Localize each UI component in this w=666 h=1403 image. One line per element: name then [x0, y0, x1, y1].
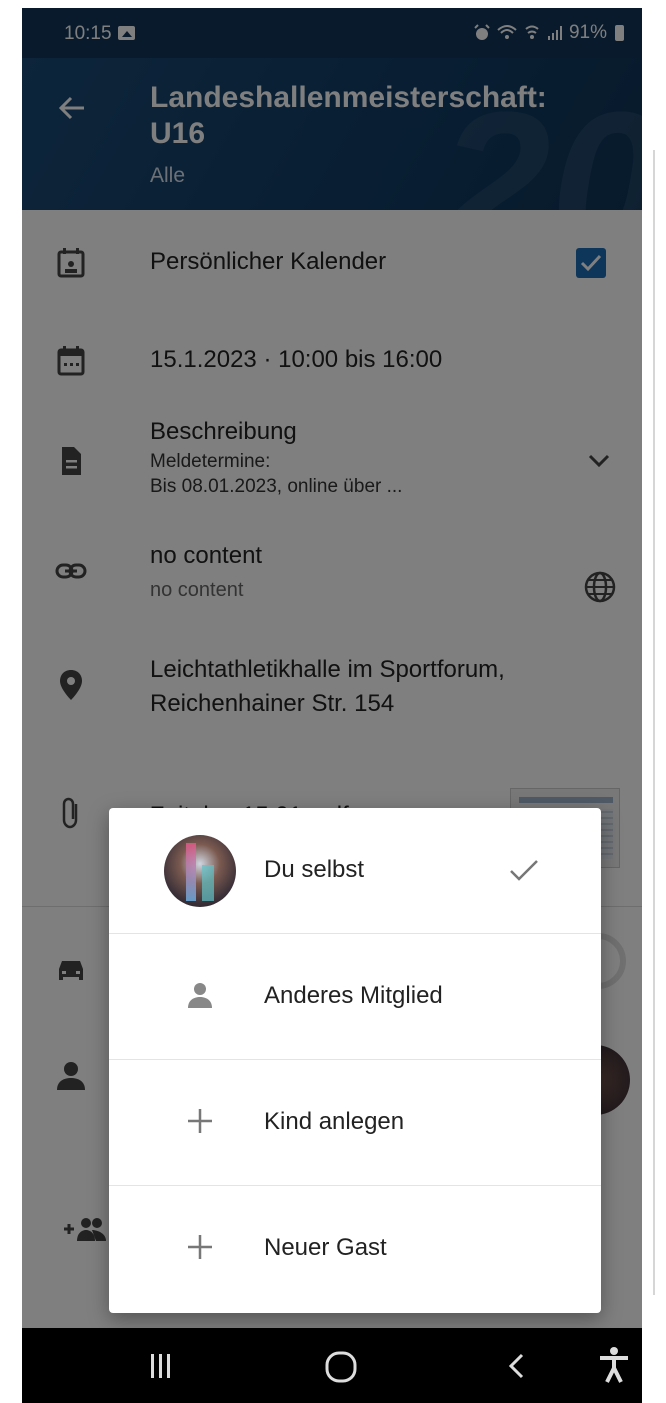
menu-item-label: Du selbst	[264, 856, 365, 883]
checkmark-icon	[510, 860, 538, 881]
person-icon	[188, 983, 212, 1008]
participant-selection-menu: Du selbst Anderes Mitglied Kind anlegen …	[109, 808, 601, 1313]
home-icon[interactable]	[324, 1350, 358, 1384]
accessibility-icon[interactable]	[598, 1346, 630, 1384]
back-nav-icon[interactable]	[506, 1352, 526, 1380]
phone-screen: 10:15 91% 20 Landeshallenmeisterschaft: …	[22, 8, 642, 1403]
menu-item-neuer-gast[interactable]: Neuer Gast	[109, 1186, 601, 1312]
menu-item-anderes-mitglied[interactable]: Anderes Mitglied	[109, 934, 601, 1060]
system-navigation-bar	[22, 1328, 642, 1403]
menu-item-kind-anlegen[interactable]: Kind anlegen	[109, 1060, 601, 1186]
plus-icon	[188, 1235, 212, 1259]
page-edge-divider	[653, 150, 655, 1295]
user-avatar	[164, 835, 236, 907]
menu-item-du-selbst[interactable]: Du selbst	[109, 808, 601, 934]
recent-apps-icon[interactable]	[150, 1352, 172, 1380]
plus-icon	[188, 1109, 212, 1133]
menu-item-label: Kind anlegen	[264, 1108, 405, 1135]
menu-item-label: Anderes Mitglied	[264, 982, 443, 1009]
menu-item-label: Neuer Gast	[264, 1234, 387, 1261]
